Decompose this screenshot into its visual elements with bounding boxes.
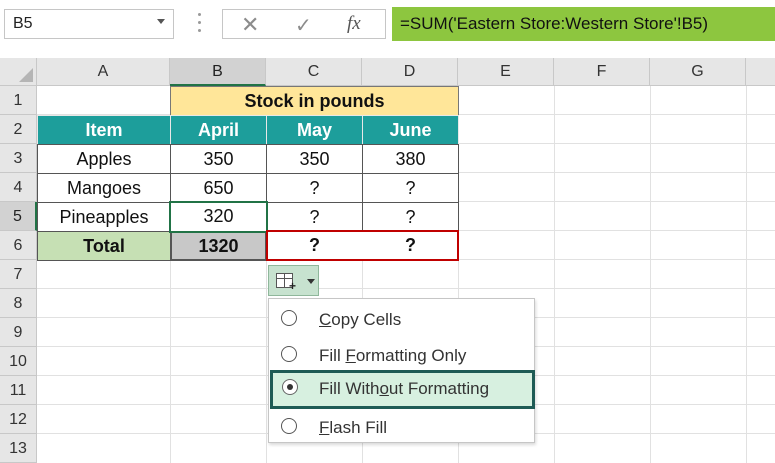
column-header-d[interactable]: D <box>362 58 458 86</box>
plus-icon: + <box>289 279 297 293</box>
menu-item-label: Fill Formatting Only <box>319 346 467 365</box>
radio-selected-icon[interactable] <box>282 379 298 395</box>
header-cell-may[interactable]: May <box>266 115 363 145</box>
column-header-h[interactable] <box>746 58 775 86</box>
column-header-c[interactable]: C <box>266 58 362 86</box>
table-title[interactable]: Stock in pounds <box>170 86 459 116</box>
formula-text: =SUM('Eastern Store:Western Store'!B5) <box>400 14 709 33</box>
chevron-down-icon <box>307 279 315 284</box>
radio-icon[interactable] <box>281 310 297 326</box>
formula-buttons: ✕ ✓ fx <box>222 9 386 39</box>
menu-item-label: Flash Fill <box>319 418 388 437</box>
enter-icon[interactable]: ✓ <box>295 13 312 38</box>
header-cell-april[interactable]: April <box>170 115 267 145</box>
column-header-e[interactable]: E <box>458 58 554 86</box>
select-all-button[interactable] <box>0 58 37 86</box>
row-header-9[interactable]: 9 <box>0 318 37 347</box>
radio-icon[interactable] <box>281 418 297 434</box>
column-header-b[interactable]: B <box>170 58 266 86</box>
name-box-value: B5 <box>13 15 33 32</box>
row-header-4[interactable]: 4 <box>0 173 37 202</box>
menu-item-label: Fill Without Formatting <box>319 379 490 398</box>
total-cell-april[interactable]: 1320 <box>170 231 267 261</box>
table-cell[interactable]: ? <box>266 173 363 203</box>
table-cell[interactable]: Mangoes <box>37 173 171 203</box>
menu-item-flash-fill[interactable]: Flash Fill <box>269 409 534 445</box>
more-dots-icon[interactable] <box>198 13 202 35</box>
highlight-border <box>266 230 459 261</box>
total-label[interactable]: Total <box>37 231 171 261</box>
menu-item-copy-cells[interactable]: Copy Cells <box>269 301 534 337</box>
row-header-11[interactable]: 11 <box>0 376 37 405</box>
table-cell[interactable]: 650 <box>170 173 267 203</box>
formula-bar: B5 ✕ ✓ fx =SUM('Eastern Store:Western St… <box>0 0 775 54</box>
table-cell[interactable]: ? <box>362 173 459 203</box>
row-header-12[interactable]: 12 <box>0 405 37 434</box>
auto-fill-options-button[interactable]: + <box>268 265 319 296</box>
menu-item-label: Copy Cells <box>319 310 402 329</box>
row-header-7[interactable]: 7 <box>0 260 37 289</box>
table-cell[interactable]: ? <box>362 202 459 232</box>
table-cell[interactable]: ? <box>266 202 363 232</box>
row-header-1[interactable]: 1 <box>0 86 37 115</box>
column-header-a[interactable]: A <box>37 58 170 86</box>
row-header-8[interactable]: 8 <box>0 289 37 318</box>
menu-item-fill-without-formatting[interactable]: Fill Without Formatting <box>270 370 535 409</box>
table-cell[interactable]: 350 <box>170 144 267 174</box>
table-cell[interactable]: Pineapples <box>37 202 171 232</box>
insert-function-icon[interactable]: fx <box>347 13 361 35</box>
formula-input[interactable]: =SUM('Eastern Store:Western Store'!B5) <box>392 7 775 41</box>
menu-item-fill-formatting-only[interactable]: Fill Formatting Only <box>269 337 534 373</box>
header-cell-june[interactable]: June <box>362 115 459 145</box>
active-cell-border <box>169 201 268 233</box>
table-cell[interactable]: 380 <box>362 144 459 174</box>
table-cell[interactable]: Apples <box>37 144 171 174</box>
row-header-6[interactable]: 6 <box>0 231 37 260</box>
table-cell[interactable]: 350 <box>266 144 363 174</box>
select-all-icon <box>19 68 33 82</box>
row-header-5[interactable]: 5 <box>0 202 37 231</box>
row-header-10[interactable]: 10 <box>0 347 37 376</box>
row-header-2[interactable]: 2 <box>0 115 37 144</box>
row-header-13[interactable]: 13 <box>0 434 37 463</box>
auto-fill-menu: Copy Cells Fill Formatting Only Fill Wit… <box>268 298 535 443</box>
radio-icon[interactable] <box>281 346 297 362</box>
row-header-3[interactable]: 3 <box>0 144 37 173</box>
name-box[interactable]: B5 <box>4 9 174 39</box>
cancel-icon[interactable]: ✕ <box>241 12 259 38</box>
column-header-g[interactable]: G <box>650 58 746 86</box>
chevron-down-icon[interactable] <box>157 19 165 24</box>
column-header-f[interactable]: F <box>554 58 650 86</box>
header-cell-item[interactable]: Item <box>37 115 171 145</box>
